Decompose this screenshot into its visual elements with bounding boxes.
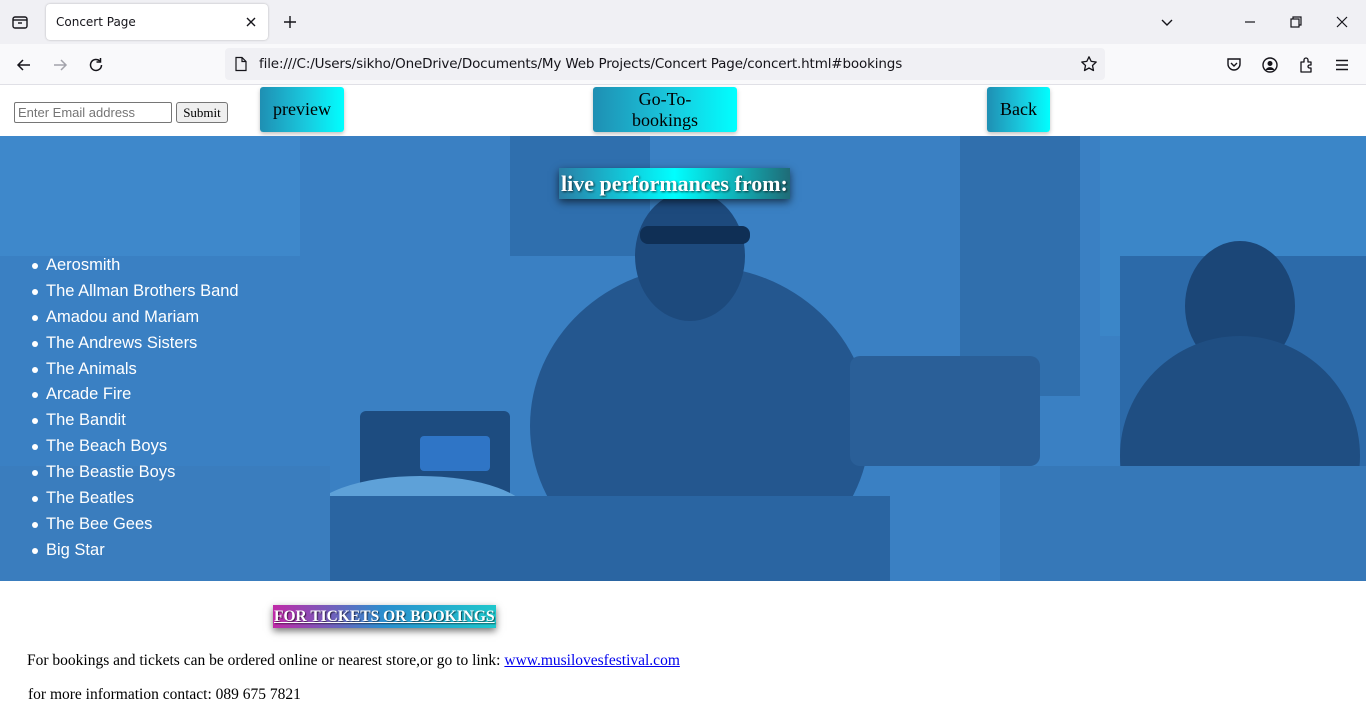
go-to-bookings-button[interactable]: Go-To-bookings	[593, 87, 737, 132]
festival-link[interactable]: www.musilovesfestival.com	[504, 652, 680, 669]
band-item: Big Star	[32, 538, 239, 564]
page-content: Submit preview Go-To-bookings Back live …	[0, 86, 1366, 720]
booking-info-text: For bookings and tickets can be ordered …	[27, 652, 505, 669]
window-close-icon[interactable]	[1328, 8, 1356, 36]
menu-icon[interactable]	[1329, 52, 1355, 78]
reload-icon[interactable]	[83, 52, 109, 78]
booking-info: For bookings and tickets can be ordered …	[27, 652, 680, 670]
band-item: The Animals	[32, 357, 239, 383]
band-item: Amadou and Mariam	[32, 305, 239, 331]
extensions-icon[interactable]	[1293, 52, 1319, 78]
band-item: The Beach Boys	[32, 434, 239, 460]
band-item: The Bandit	[32, 408, 239, 434]
back-arrow-icon[interactable]	[11, 52, 37, 78]
band-item: The Allman Brothers Band	[32, 279, 239, 305]
browser-nav-bar: file:///C:/Users/sikho/OneDrive/Document…	[0, 44, 1366, 85]
band-item: The Beastie Boys	[32, 460, 239, 486]
back-button[interactable]: Back	[987, 87, 1050, 132]
forward-arrow-icon[interactable]	[47, 52, 73, 78]
chevron-down-icon[interactable]	[1153, 8, 1181, 36]
band-item: Aerosmith	[32, 253, 239, 279]
band-item: The Beatles	[32, 486, 239, 512]
restore-icon[interactable]	[1282, 8, 1310, 36]
bookings-heading: FOR TICKETS OR BOOKINGS	[273, 605, 496, 628]
plus-icon[interactable]	[278, 10, 302, 34]
pocket-icon[interactable]	[1221, 52, 1247, 78]
url-text[interactable]: file:///C:/Users/sikho/OneDrive/Document…	[259, 56, 902, 72]
contact-info: for more information contact: 089 675 78…	[28, 686, 301, 703]
star-icon[interactable]	[1079, 54, 1099, 74]
address-bar[interactable]: file:///C:/Users/sikho/OneDrive/Document…	[225, 48, 1105, 80]
email-input[interactable]	[14, 102, 172, 123]
account-icon[interactable]	[1257, 52, 1283, 78]
browser-tab-bar: Concert Page	[0, 0, 1366, 44]
active-tab[interactable]: Concert Page	[46, 4, 268, 40]
preview-button[interactable]: preview	[260, 87, 344, 132]
band-list: Aerosmith The Allman Brothers Band Amado…	[32, 253, 239, 564]
band-item: Arcade Fire	[32, 382, 239, 408]
minimize-icon[interactable]	[1236, 8, 1264, 36]
band-item: The Andrews Sisters	[32, 331, 239, 357]
tab-title: Concert Page	[56, 15, 136, 29]
close-icon[interactable]	[242, 13, 260, 31]
band-item: The Bee Gees	[32, 512, 239, 538]
page-icon	[233, 56, 249, 72]
tab-list-icon[interactable]	[8, 10, 32, 34]
submit-button[interactable]: Submit	[176, 102, 228, 123]
hero-section: live performances from: Aerosmith The Al…	[0, 136, 1366, 581]
hero-title: live performances from:	[559, 168, 790, 199]
